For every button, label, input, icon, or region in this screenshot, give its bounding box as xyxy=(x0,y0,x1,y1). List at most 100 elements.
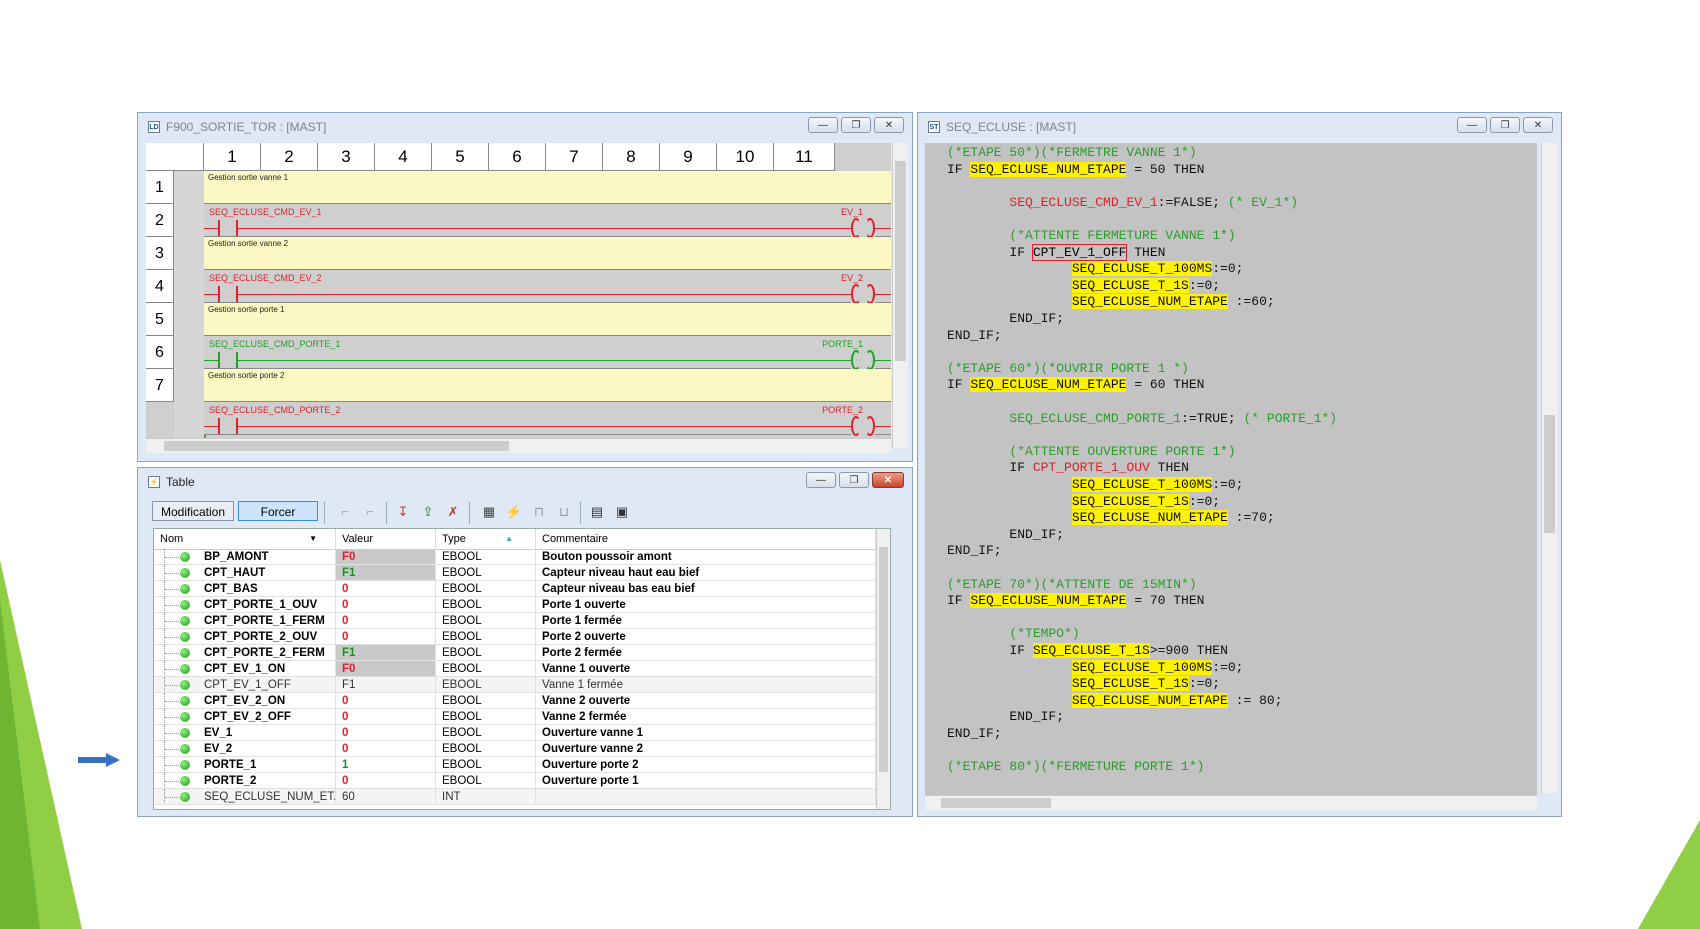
scroll-thumb[interactable] xyxy=(941,798,1051,808)
table-row[interactable]: CPT_PORTE_2_OUV 0 EBOOL Porte 2 ouverte xyxy=(154,629,876,645)
column-valeur[interactable]: Valeur xyxy=(336,529,436,549)
table-row[interactable]: EV_2 0 EBOOL Ouverture vanne 2 xyxy=(154,741,876,757)
unforce-icon[interactable]: ✗ xyxy=(444,503,462,521)
close-button[interactable]: ✕ xyxy=(874,117,904,133)
rung-comment[interactable]: Gestion sortie porte 2 xyxy=(204,369,891,402)
contact-symbol[interactable] xyxy=(218,418,238,434)
code-line: SEQ_ECLUSE_T_100MS:=0; xyxy=(947,477,1243,493)
scroll-thumb[interactable] xyxy=(879,547,888,772)
variable-value[interactable]: 0 xyxy=(336,629,436,645)
scroll-thumb[interactable] xyxy=(1544,415,1555,533)
contact-symbol[interactable] xyxy=(218,220,238,236)
table-row[interactable]: PORTE_2 0 EBOOL Ouverture porte 1 xyxy=(154,773,876,789)
variable-value[interactable]: 0 xyxy=(336,581,436,597)
table-row[interactable]: SEQ_ECLUSE_NUM_ET... 60 INT xyxy=(154,789,876,805)
minimize-button[interactable]: — xyxy=(808,117,838,133)
rung-comment[interactable]: Gestion sortie vanne 2 xyxy=(204,237,891,270)
variable-value[interactable]: F1 xyxy=(336,645,436,661)
table-row[interactable]: CPT_HAUT F1 EBOOL Capteur niveau haut eau b… xyxy=(154,565,876,581)
int-format-icon[interactable]: ▣ xyxy=(613,503,631,521)
display-format-icon[interactable]: ▤ xyxy=(588,503,606,521)
restore-button[interactable]: ❐ xyxy=(841,117,871,133)
table-row[interactable]: CPT_BAS 0 EBOOL Capteur niveau bas eau bief xyxy=(154,581,876,597)
grid-vertical-scrollbar[interactable] xyxy=(876,529,890,809)
table-titlebar[interactable]: ⚡ Table — ❐ ✕ xyxy=(138,468,912,494)
code-horizontal-scrollbar[interactable] xyxy=(925,795,1537,810)
variable-value[interactable]: F1 xyxy=(336,677,436,693)
ladder-horizontal-scrollbar[interactable] xyxy=(146,438,891,453)
ladder-rung[interactable]: SEQ_ECLUSE_CMD_PORTE_1 PORTE_1 xyxy=(204,336,891,370)
modify-value-icon[interactable]: ⚡ xyxy=(505,503,523,521)
close-button[interactable]: ✕ xyxy=(872,472,904,488)
table-row[interactable]: CPT_EV_1_OFF F1 EBOOL Vanne 1 fermée xyxy=(154,677,876,693)
reset-icon[interactable]: ⊔ xyxy=(555,503,573,521)
force-0-icon[interactable]: ↧ xyxy=(394,503,412,521)
column-nom[interactable]: Nom ▼ xyxy=(154,529,336,549)
minimize-button[interactable]: — xyxy=(1457,117,1487,133)
table-row[interactable]: BP_AMONT F0 EBOOL Bouton poussoir amont xyxy=(154,549,876,565)
variable-value[interactable]: 0 xyxy=(336,597,436,613)
column-type[interactable]: Type ▲ xyxy=(436,529,536,549)
column-commentaire[interactable]: Commentaire xyxy=(536,529,876,549)
rising-edge-icon[interactable]: ⌐ xyxy=(336,503,354,521)
code-titlebar[interactable]: ST SEQ_ECLUSE : [MAST] — ❐ ✕ xyxy=(918,113,1561,139)
restore-button[interactable]: ❐ xyxy=(1490,117,1520,133)
table-row[interactable]: CPT_PORTE_1_OUV 0 EBOOL Porte 1 ouverte xyxy=(154,597,876,613)
ladder-rung[interactable]: SEQ_ECLUSE_CMD_EV_2 EV_2 xyxy=(204,270,891,304)
variable-value[interactable]: 0 xyxy=(336,613,436,629)
contact-symbol[interactable] xyxy=(218,352,238,368)
ladder-grid[interactable]: 1 2 3 4 5 6 7 8 9 10 11 1 Gestion sortie vanne 1 2 SEQ… xyxy=(146,143,891,448)
variable-value[interactable]: 1 xyxy=(336,757,436,773)
code-token: END_IF; xyxy=(947,327,1002,343)
variable-value[interactable]: 0 xyxy=(336,741,436,757)
rung-wire xyxy=(204,294,891,295)
forcer-button[interactable]: Forcer xyxy=(238,501,318,521)
variable-name-text: BP_AMONT xyxy=(204,551,269,563)
variable-value[interactable]: F0 xyxy=(336,661,436,677)
table-row[interactable]: CPT_PORTE_1_FERM 0 EBOOL Porte 1 fermée xyxy=(154,613,876,629)
code-token: IF xyxy=(947,593,971,609)
table-row[interactable]: CPT_PORTE_2_FERM F1 EBOOL Porte 2 fermée xyxy=(154,645,876,661)
ladder-titlebar[interactable]: LD F900_SORTIE_TOR : [MAST] — ❐ ✕ xyxy=(138,113,912,139)
variable-value[interactable]: 0 xyxy=(336,693,436,709)
code-token: (*ATTENTE FERMETURE VANNE 1*) xyxy=(947,228,1236,243)
coil-symbol[interactable] xyxy=(851,284,875,304)
close-button[interactable]: ✕ xyxy=(1523,117,1553,133)
ladder-rung[interactable]: SEQ_ECLUSE_CMD_EV_1 EV_1 xyxy=(204,204,891,238)
table-row[interactable]: PORTE_1 1 EBOOL Ouverture porte 2 xyxy=(154,757,876,773)
variable-name: SEQ_ECLUSE_NUM_ET... xyxy=(154,789,336,805)
coil-symbol[interactable] xyxy=(851,218,875,238)
variable-value[interactable]: 0 xyxy=(336,773,436,789)
minimize-button[interactable]: — xyxy=(806,472,836,488)
table-row[interactable]: CPT_EV_1_ON F0 EBOOL Vanne 1 ouverte xyxy=(154,661,876,677)
rung-comment[interactable]: Gestion sortie vanne 1 xyxy=(204,171,891,204)
force-1-icon[interactable]: ⇪ xyxy=(419,503,437,521)
tree-line xyxy=(164,789,179,804)
code-vertical-scrollbar[interactable] xyxy=(1541,143,1557,793)
table-row[interactable]: CPT_EV_2_OFF 0 EBOOL Vanne 2 fermée xyxy=(154,709,876,725)
table-icon: ⚡ xyxy=(148,476,160,488)
variable-value[interactable]: 0 xyxy=(336,725,436,741)
restore-button[interactable]: ❐ xyxy=(839,472,869,488)
scroll-thumb[interactable] xyxy=(895,161,906,361)
variable-value[interactable]: 0 xyxy=(336,709,436,725)
modification-button[interactable]: Modification xyxy=(152,501,234,521)
variable-value[interactable]: F1 xyxy=(336,565,436,581)
rung-comment[interactable]: Gestion sortie porte 1 xyxy=(204,303,891,336)
grid-view-icon[interactable]: ▦ xyxy=(480,503,498,521)
table-row[interactable]: CPT_EV_2_ON 0 EBOOL Vanne 2 ouverte xyxy=(154,693,876,709)
ladder-rung[interactable]: SEQ_ECLUSE_CMD_PORTE_2 PORTE_2 xyxy=(204,402,891,436)
ladder-vertical-scrollbar[interactable] xyxy=(892,143,908,448)
code-editor[interactable]: (*ETAPE 50*)(*FERMETRE VANNE 1*) IF SEQ_E… xyxy=(925,143,1537,795)
scroll-thumb[interactable] xyxy=(164,441,509,451)
coil-symbol[interactable] xyxy=(851,416,875,436)
variable-value[interactable]: F0 xyxy=(336,549,436,565)
falling-edge-icon[interactable]: ⌐ xyxy=(361,503,379,521)
table-row[interactable]: EV_1 0 EBOOL Ouverture vanne 1 xyxy=(154,725,876,741)
coil-symbol[interactable] xyxy=(851,350,875,370)
variable-value[interactable]: 60 xyxy=(336,789,436,805)
set-icon[interactable]: ⊓ xyxy=(530,503,548,521)
contact-symbol[interactable] xyxy=(218,286,238,302)
code-token: :=0; xyxy=(1212,477,1244,492)
